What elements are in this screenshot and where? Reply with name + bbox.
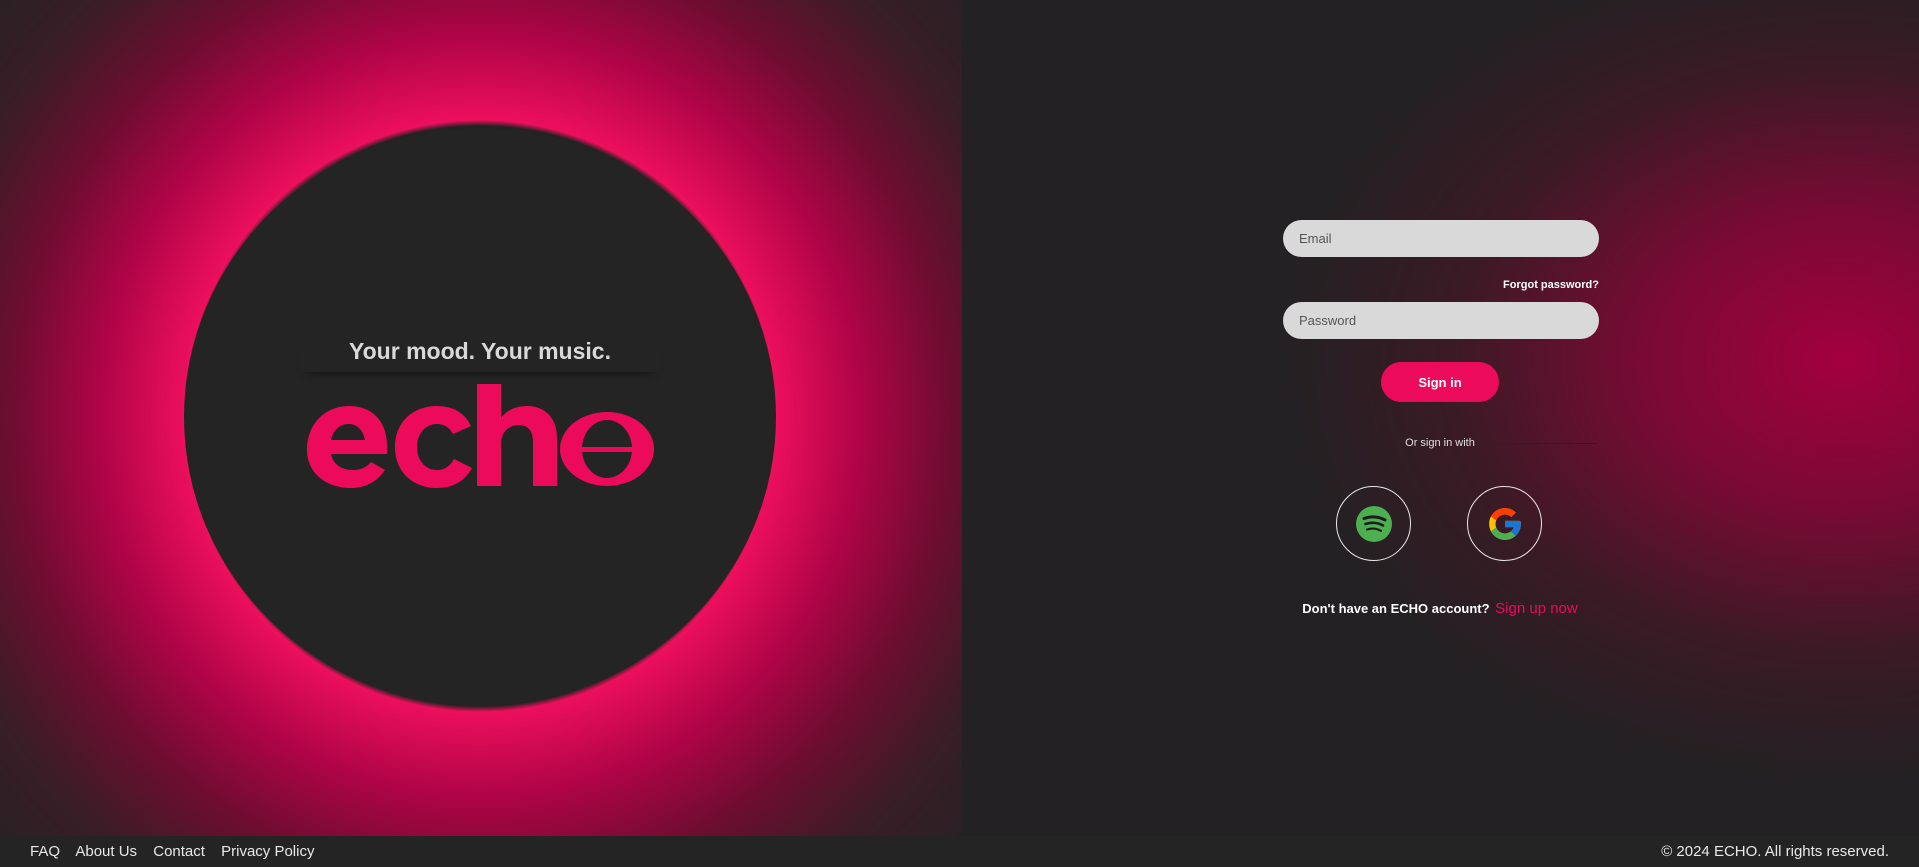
sign-up-link[interactable]: Sign up now <box>1495 600 1578 617</box>
google-sign-in-button[interactable] <box>1467 486 1542 561</box>
signup-prompt: Don't have an ECHO account? <box>1302 601 1490 616</box>
footer-link-contact[interactable]: Contact <box>153 843 205 860</box>
footer: FAQ About Us Contact Privacy Policy © 20… <box>0 836 1919 867</box>
google-icon <box>1488 507 1521 540</box>
copyright-text: © 2024 ECHO. All rights reserved. <box>1661 843 1889 860</box>
login-panel <box>962 0 1919 836</box>
footer-links: FAQ About Us Contact Privacy Policy <box>30 843 326 860</box>
divider-line <box>1493 443 1597 444</box>
password-input[interactable] <box>1283 302 1599 339</box>
footer-link-about[interactable]: About Us <box>75 843 137 860</box>
hero-panel: Your mood. Your music. <box>0 0 962 836</box>
footer-link-faq[interactable]: FAQ <box>30 843 60 860</box>
or-sign-in-label: Or sign in with <box>1405 437 1475 449</box>
forgot-password-link[interactable]: Forgot password? <box>1450 279 1599 291</box>
hero-tagline: Your mood. Your music. <box>300 336 660 372</box>
footer-link-privacy[interactable]: Privacy Policy <box>221 843 314 860</box>
spotify-sign-in-button[interactable] <box>1336 486 1411 561</box>
echo-logo <box>307 384 654 488</box>
email-input[interactable] <box>1283 220 1599 257</box>
signup-row: Don't have an ECHO account? Sign up now <box>1280 600 1600 617</box>
spotify-icon <box>1355 505 1392 542</box>
sign-in-button[interactable]: Sign in <box>1381 362 1499 402</box>
